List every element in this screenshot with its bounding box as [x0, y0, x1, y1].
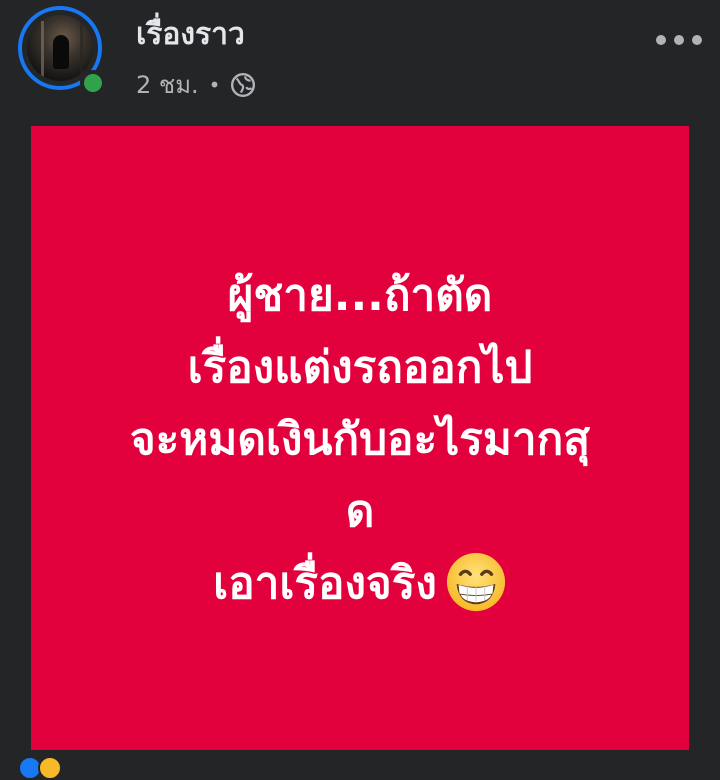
haha-reaction-icon — [38, 756, 62, 780]
avatar[interactable] — [18, 6, 106, 96]
grinning-face-emoji — [446, 552, 505, 612]
post-text-line-4: ด — [345, 486, 375, 537]
post-text-line-2: เรื่องแต่งรถออกไป — [187, 342, 533, 393]
post-image[interactable]: ผู้ชาย...ถ้าตัด เรื่องแต่งรถออกไป จะหมดเ… — [31, 126, 689, 750]
reaction-icons[interactable] — [18, 756, 62, 780]
post-text-line-5: เอาเรื่องจริง — [213, 558, 437, 609]
more-options-icon[interactable] — [656, 30, 702, 50]
meta-separator: • — [208, 73, 221, 97]
post-text-line-5-wrap: เอาเรื่องจริง — [31, 548, 689, 620]
avatar-image — [27, 15, 93, 81]
post-timestamp[interactable]: 2 ชม. — [136, 73, 199, 97]
post-image-text: ผู้ชาย...ถ้าตัด เรื่องแต่งรถออกไป จะหมดเ… — [31, 260, 689, 620]
post-author-name[interactable]: เรื่องราว — [136, 20, 245, 50]
post-text-line-3: จะหมดเงินกับอะไรมากสุ — [129, 414, 591, 465]
post-meta: 2 ชม. • — [136, 72, 256, 98]
post-text-line-1: ผู้ชาย...ถ้าตัด — [227, 270, 493, 321]
online-status-indicator — [80, 70, 106, 96]
globe-icon — [231, 72, 256, 98]
post-header: เรื่องราว 2 ชม. • — [0, 0, 720, 120]
